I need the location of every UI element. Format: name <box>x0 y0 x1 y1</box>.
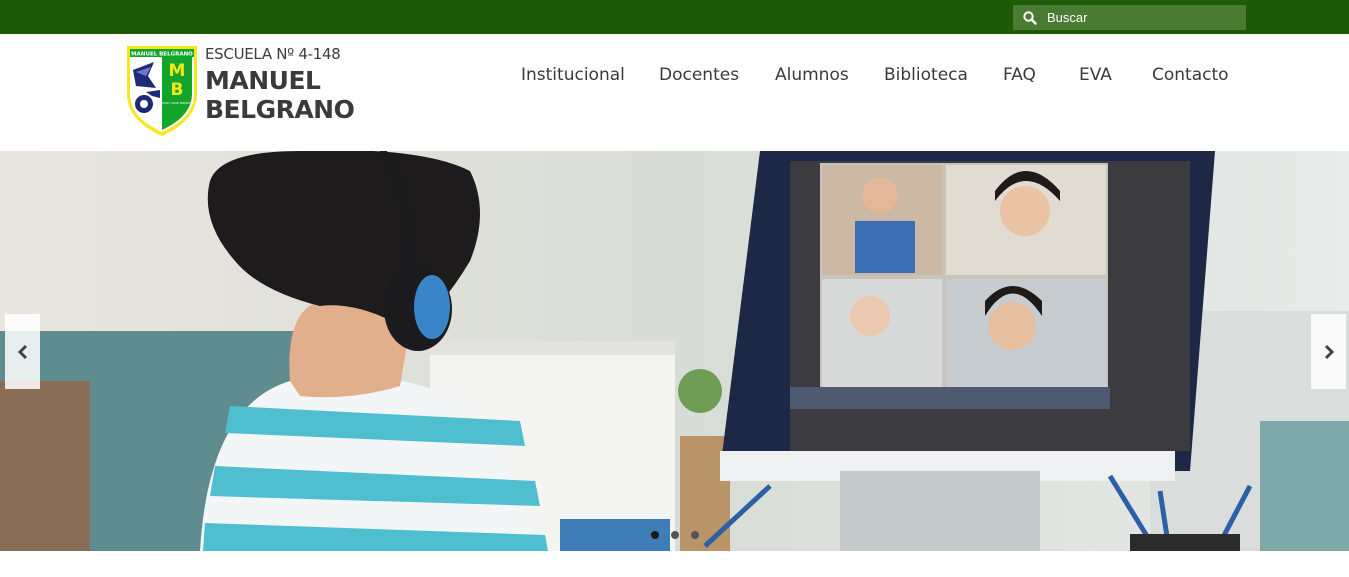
hero-slider <box>0 151 1349 551</box>
search-box[interactable] <box>1013 5 1246 30</box>
svg-text:GODOY CRUZ MENDOZA: GODOY CRUZ MENDOZA <box>159 101 197 105</box>
slider-dot-2[interactable] <box>671 531 679 539</box>
site-header: MANUEL BELGRANO M B GODOY CRUZ MENDOZA E… <box>0 34 1349 151</box>
chevron-left-icon <box>17 344 27 359</box>
svg-text:MANUEL BELGRANO: MANUEL BELGRANO <box>131 52 193 58</box>
svg-text:B: B <box>171 80 184 100</box>
search-icon[interactable] <box>1013 5 1047 30</box>
nav-item-contacto[interactable]: Contacto <box>1152 65 1229 85</box>
svg-text:M: M <box>169 61 186 81</box>
hero-slide-image <box>0 151 1349 551</box>
school-name: ESCUELA Nº 4-148 MANUEL BELGRANO <box>205 42 355 124</box>
search-input[interactable] <box>1047 5 1237 30</box>
school-logo[interactable]: MANUEL BELGRANO M B GODOY CRUZ MENDOZA E… <box>124 42 355 138</box>
slider-dot-3[interactable] <box>691 531 699 539</box>
nav-item-institucional[interactable]: Institucional <box>521 65 625 85</box>
nav-item-docentes[interactable]: Docentes <box>659 65 739 85</box>
slider-dot-1[interactable] <box>651 531 659 539</box>
school-name-line2: BELGRANO <box>205 95 355 124</box>
school-name-line1: MANUEL <box>205 66 321 95</box>
top-bar <box>0 0 1349 34</box>
nav-item-alumnos[interactable]: Alumnos <box>775 65 849 85</box>
slider-pagination <box>651 531 699 539</box>
chevron-right-icon <box>1324 344 1334 359</box>
school-subtitle: ESCUELA Nº 4-148 <box>205 45 341 63</box>
slider-prev-button[interactable] <box>5 314 40 389</box>
nav-item-faq[interactable]: FAQ <box>1003 65 1036 85</box>
school-crest-icon: MANUEL BELGRANO M B GODOY CRUZ MENDOZA <box>127 46 197 136</box>
nav-item-eva[interactable]: EVA <box>1079 65 1112 85</box>
slider-next-button[interactable] <box>1311 314 1346 389</box>
nav-item-biblioteca[interactable]: Biblioteca <box>884 65 968 85</box>
